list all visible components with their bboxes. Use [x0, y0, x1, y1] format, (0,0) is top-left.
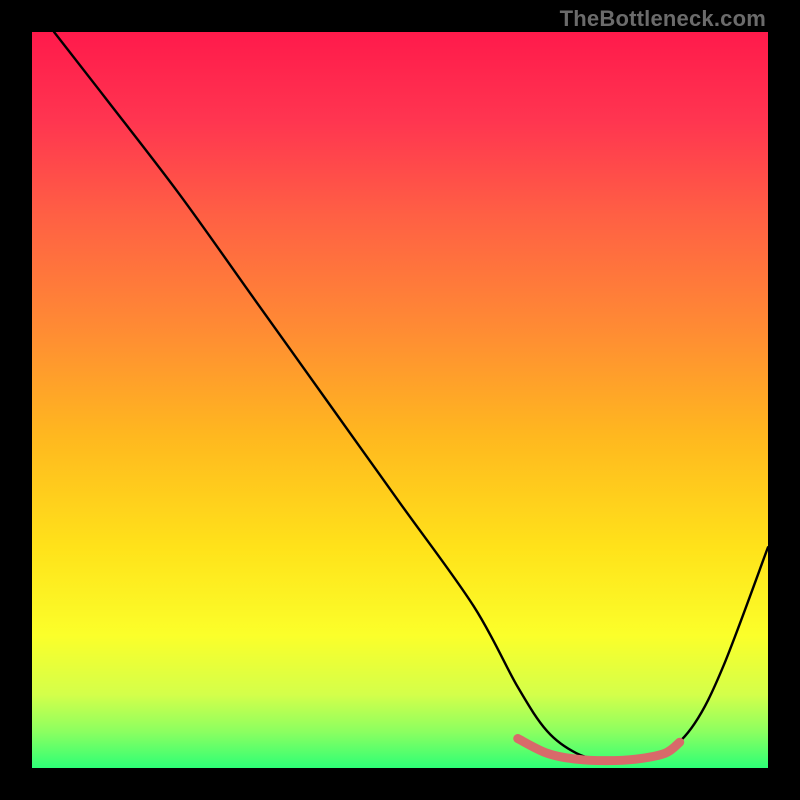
watermark-text: TheBottleneck.com: [560, 6, 766, 32]
curve-layer: [32, 32, 768, 768]
chart-frame: TheBottleneck.com: [0, 0, 800, 800]
highlight-band: [518, 739, 680, 761]
main-curve: [54, 32, 768, 762]
plot-area: [32, 32, 768, 768]
